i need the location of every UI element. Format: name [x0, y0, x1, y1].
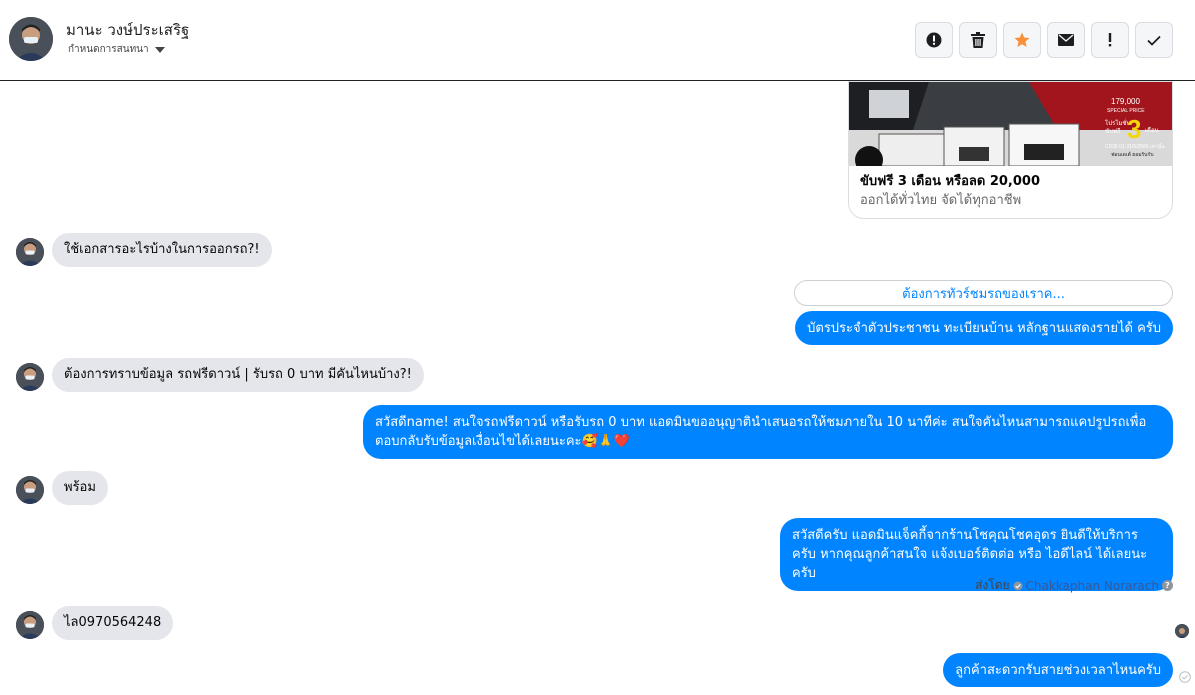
- sender-avatar[interactable]: [16, 363, 44, 391]
- conversation-header: มานะ วงษ์ประเสริฐ กำหนดการสนทนา: [0, 0, 1195, 81]
- spam-button[interactable]: [915, 22, 953, 58]
- outgoing-message: บัตรประจำตัวประชาชน ทะเบียนบ้าน หลักฐานแ…: [795, 311, 1173, 345]
- alert-circle-icon: [926, 32, 942, 48]
- incoming-message: ไล0970564248: [52, 606, 174, 640]
- seen-avatar: [1175, 624, 1189, 638]
- incoming-message: พร้อม: [52, 471, 108, 505]
- card-promo-line2: ขับฟรี: [1105, 127, 1121, 135]
- card-price-text: 179,000: [1111, 97, 1140, 106]
- contact-name: มานะ วงษ์ประเสริฐ: [66, 21, 190, 39]
- delete-button[interactable]: [959, 22, 997, 58]
- card-big-number: 3: [1127, 114, 1141, 144]
- caret-down-icon: [154, 46, 165, 53]
- star-button[interactable]: [1003, 22, 1041, 58]
- trash-icon: [971, 32, 985, 48]
- conversation-status-dropdown[interactable]: กำหนดการสนทนา: [68, 42, 165, 57]
- outgoing-message: สวัสดีname! สนใจรถฟรีดาวน์ หรือรับรถ 0 บ…: [363, 405, 1173, 459]
- done-button[interactable]: [1135, 22, 1173, 58]
- header-actions: [915, 22, 1173, 58]
- message-thread: 179,000 SPECIAL PRICE โปรโมชั่น ขับฟรี 3…: [0, 81, 1195, 695]
- quick-reply-button[interactable]: ต้องการทัวร์ชมรถของเราค...: [794, 280, 1173, 306]
- important-button[interactable]: [1091, 22, 1129, 58]
- sent-by-label: ส่งโดย: [975, 578, 1010, 592]
- mark-unread-button[interactable]: [1047, 22, 1085, 58]
- outgoing-message: ลูกค้าสะดวกรับสายช่วงเวลาไหนครับ: [943, 653, 1173, 687]
- sent-by-row: ส่งโดย Chakkaphan Norarach ?: [975, 576, 1173, 595]
- envelope-icon: [1058, 34, 1074, 46]
- product-card[interactable]: 179,000 SPECIAL PRICE โปรโมชั่น ขับฟรี 3…: [848, 81, 1173, 219]
- product-card-title: ขับฟรี 3 เดือน หรือลด 20,000: [860, 174, 1040, 189]
- delivered-icon: [1179, 671, 1191, 683]
- exclamation-icon: [1108, 33, 1112, 47]
- star-icon: [1014, 32, 1030, 47]
- product-card-subtitle: ออกได้ทั่วไทย จัดได้ทุกอาชีพ: [860, 193, 1022, 208]
- sender-avatar[interactable]: [16, 238, 44, 266]
- contact-avatar[interactable]: [9, 17, 53, 61]
- incoming-message: ใช้เอกสารอะไรบ้างในการออกรถ?!: [52, 233, 272, 267]
- product-card-image[interactable]: 179,000 SPECIAL PRICE โปรโมชั่น ขับฟรี 3…: [849, 82, 1172, 166]
- help-icon[interactable]: ?: [1162, 580, 1173, 591]
- incoming-message: ต้องการทราบข้อมูล รถฟรีดาวน์ | รับรถ 0 บ…: [52, 358, 424, 392]
- card-months-text: เดือน: [1145, 126, 1159, 134]
- sender-avatar[interactable]: [16, 476, 44, 504]
- sender-avatar[interactable]: [16, 611, 44, 639]
- verified-check-icon: [1013, 581, 1023, 590]
- card-footer2-text: ฟอนเดเต้ ยอมรับกับ: [1111, 151, 1154, 158]
- check-icon: [1147, 35, 1161, 46]
- conversation-status-label: กำหนดการสนทนา: [68, 44, 149, 55]
- sent-by-name[interactable]: Chakkaphan Norarach: [1026, 579, 1159, 593]
